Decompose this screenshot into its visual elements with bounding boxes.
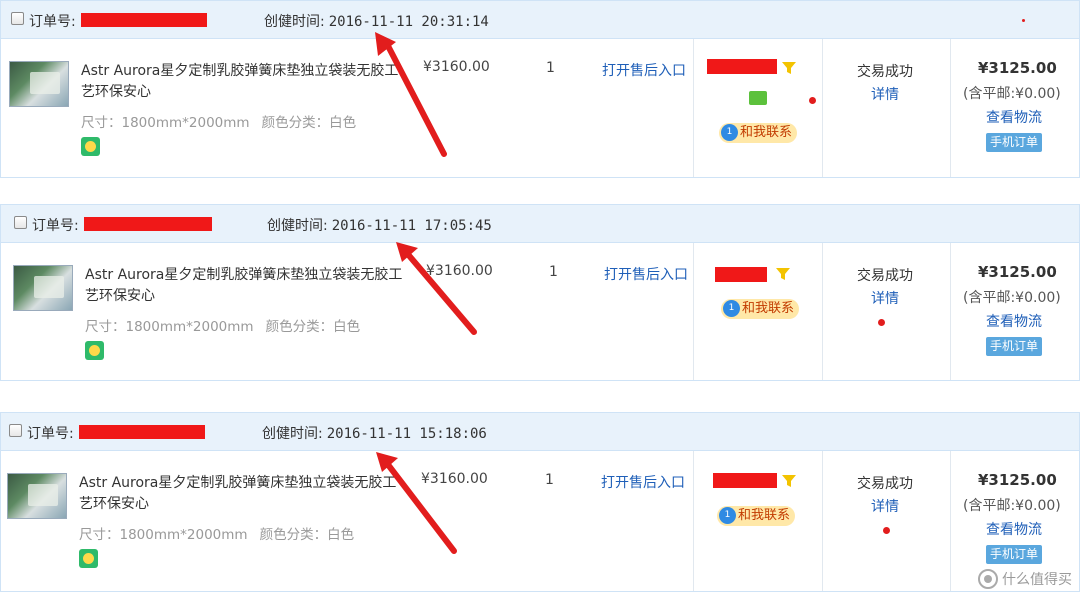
divider xyxy=(950,451,951,591)
watermark-logo-icon xyxy=(978,569,998,589)
filter-icon[interactable] xyxy=(781,473,797,489)
order-total: ¥3125.00 xyxy=(978,471,1057,489)
order-number-label: 订单号: xyxy=(29,14,76,30)
view-logistics-link[interactable]: 查看物流 xyxy=(986,311,1042,331)
product-spec: 尺寸：1800mm*2000mm 颜色分类：白色 xyxy=(81,115,357,131)
unit-price: ¥3160.00 xyxy=(426,263,493,279)
contact-button[interactable]: 和我联系 xyxy=(721,299,800,319)
order-item-row: Astr Aurora星夕定制乳胶弹簧床垫独立袋装无胶工艺环保安心 尺寸：180… xyxy=(1,39,1079,177)
shipping-fee: (含平邮:¥0.00) xyxy=(963,290,1061,306)
guarantee-icon xyxy=(85,341,104,360)
order-card: 订单号: 创健时间: 2016-11-11 15:18:06 Astr Auror… xyxy=(0,412,1080,592)
contact-button[interactable]: 和我联系 xyxy=(717,506,796,526)
order-checkbox[interactable] xyxy=(9,424,22,437)
product-thumbnail[interactable] xyxy=(7,473,67,519)
after-sale-link[interactable]: 打开售后入口 xyxy=(604,264,688,284)
after-sale-link[interactable]: 打开售后入口 xyxy=(601,472,685,492)
divider xyxy=(693,243,694,380)
divider xyxy=(822,39,823,177)
trade-status: 交易成功 xyxy=(857,64,913,80)
product-spec: 尺寸：1800mm*2000mm 颜色分类：白色 xyxy=(85,319,361,335)
seller-name-redaction xyxy=(707,59,777,74)
unit-price: ¥3160.00 xyxy=(423,59,490,75)
created-time-value: 2016-11-11 20:31:14 xyxy=(328,14,489,30)
order-checkbox[interactable] xyxy=(11,12,24,25)
trade-status: 交易成功 xyxy=(857,268,913,284)
order-checkbox[interactable] xyxy=(14,216,27,229)
product-title[interactable]: Astr Aurora星夕定制乳胶弹簧床垫独立袋装无胶工艺环保安心 xyxy=(79,473,399,515)
quantity: 1 xyxy=(546,60,555,76)
order-number-label: 订单号: xyxy=(32,218,79,234)
unit-price: ¥3160.00 xyxy=(421,471,488,487)
site-watermark: 什么值得买 xyxy=(978,569,1072,589)
order-total: ¥3125.00 xyxy=(978,263,1057,281)
product-title[interactable]: Astr Aurora星夕定制乳胶弹簧床垫独立袋装无胶工艺环保安心 xyxy=(81,61,401,103)
seller-name-redaction xyxy=(715,267,767,282)
mobile-order-tag: 手机订单 xyxy=(986,133,1043,152)
order-number-redaction xyxy=(84,217,212,231)
created-time-value: 2016-11-11 15:18:06 xyxy=(326,426,487,442)
view-logistics-link[interactable]: 查看物流 xyxy=(986,519,1042,539)
product-spec: 尺寸：1800mm*2000mm 颜色分类：白色 xyxy=(79,527,355,543)
red-dot xyxy=(809,97,816,104)
guarantee-icon xyxy=(79,549,98,568)
divider xyxy=(950,39,951,177)
created-time-value: 2016-11-11 17:05:45 xyxy=(331,218,492,234)
order-item-row: Astr Aurora星夕定制乳胶弹簧床垫独立袋装无胶工艺环保安心 尺寸：180… xyxy=(1,451,1079,591)
divider xyxy=(693,39,694,177)
order-header: 订单号: 创健时间: 2016-11-11 15:18:06 xyxy=(1,413,1079,451)
divider xyxy=(693,451,694,591)
product-thumbnail[interactable] xyxy=(9,61,69,107)
order-card: 订单号: 创健时间: 2016-11-11 20:31:14 Astr Auror… xyxy=(0,0,1080,178)
product-thumbnail[interactable] xyxy=(13,265,73,311)
mobile-order-tag: 手机订单 xyxy=(986,337,1043,356)
order-total: ¥3125.00 xyxy=(978,59,1057,77)
created-time: 创健时间: 2016-11-11 17:05:45 xyxy=(267,218,492,234)
divider xyxy=(950,243,951,380)
shipping-fee: (含平邮:¥0.00) xyxy=(963,86,1061,102)
order-header: 订单号: 创健时间: 2016-11-11 17:05:45 xyxy=(1,205,1079,243)
contact-button[interactable]: 和我联系 xyxy=(719,123,798,143)
filter-icon[interactable] xyxy=(781,60,797,76)
order-item-row: Astr Aurora星夕定制乳胶弹簧床垫独立袋装无胶工艺环保安心 尺寸：180… xyxy=(1,243,1079,380)
order-number-label: 订单号: xyxy=(27,426,74,442)
quantity: 1 xyxy=(545,472,554,488)
red-dot xyxy=(878,319,885,326)
order-number-redaction xyxy=(79,425,205,439)
divider xyxy=(822,243,823,380)
mobile-order-tag: 手机订单 xyxy=(986,545,1043,564)
divider xyxy=(822,451,823,591)
seller-name-redaction xyxy=(713,473,777,488)
product-title[interactable]: Astr Aurora星夕定制乳胶弹簧床垫独立袋装无胶工艺环保安心 xyxy=(85,265,405,307)
red-dot xyxy=(883,527,890,534)
order-card: 订单号: 创健时间: 2016-11-11 17:05:45 Astr Auror… xyxy=(0,204,1080,381)
view-logistics-link[interactable]: 查看物流 xyxy=(986,107,1042,127)
shipping-fee: (含平邮:¥0.00) xyxy=(963,498,1061,514)
watermark-text: 什么值得买 xyxy=(1002,572,1072,588)
trade-status: 交易成功 xyxy=(857,476,913,492)
created-time: 创健时间: 2016-11-11 20:31:14 xyxy=(264,14,489,30)
red-dot xyxy=(1022,19,1025,22)
order-detail-link[interactable]: 详情 xyxy=(871,288,899,308)
chat-icon[interactable] xyxy=(749,91,767,105)
filter-icon[interactable] xyxy=(775,266,791,282)
order-header: 订单号: 创健时间: 2016-11-11 20:31:14 xyxy=(1,1,1079,39)
created-time: 创健时间: 2016-11-11 15:18:06 xyxy=(262,426,487,442)
after-sale-link[interactable]: 打开售后入口 xyxy=(602,60,686,80)
guarantee-icon xyxy=(81,137,100,156)
order-number-redaction xyxy=(81,13,207,27)
order-detail-link[interactable]: 详情 xyxy=(871,84,899,104)
quantity: 1 xyxy=(549,264,558,280)
order-detail-link[interactable]: 详情 xyxy=(871,496,899,516)
